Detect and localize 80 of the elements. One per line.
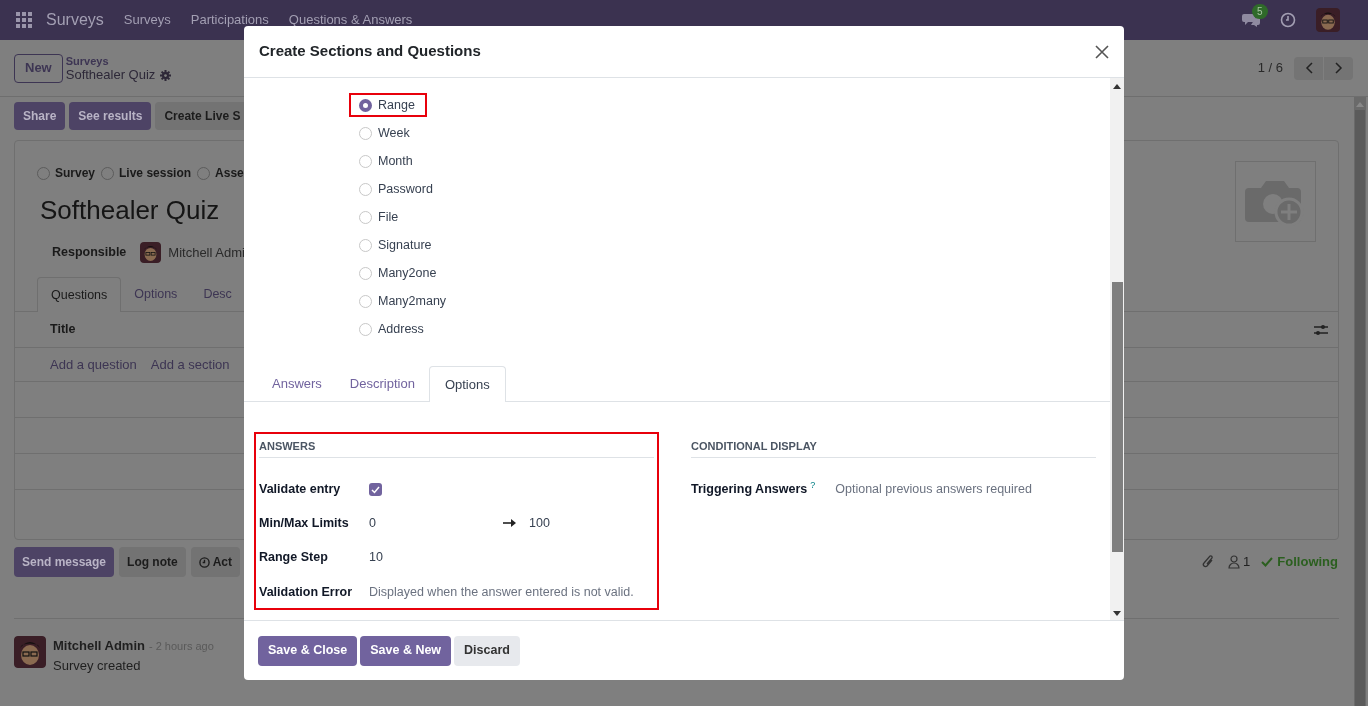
checkbox[interactable]: [369, 483, 382, 496]
form-tab[interactable]: Desc: [190, 277, 245, 312]
apps-grid-icon[interactable]: [16, 12, 32, 28]
chatter-button[interactable]: Log note: [119, 547, 186, 577]
field-label: Range Step: [259, 549, 329, 567]
gear-icon[interactable]: [160, 69, 172, 81]
settings-sliders-icon[interactable]: [1314, 323, 1328, 336]
follower-count[interactable]: 1: [1243, 552, 1251, 572]
survey-title: Softhealer Quiz: [40, 194, 220, 227]
responsible-value[interactable]: Mitchell Admi: [168, 242, 245, 263]
chatter-button[interactable]: Send message: [14, 547, 115, 577]
add-section-link[interactable]: Add a section: [150, 354, 230, 375]
previous-button[interactable]: [1294, 56, 1323, 80]
check-icon: [1261, 557, 1274, 567]
radio-label[interactable]: Address: [378, 319, 424, 339]
range-step-field[interactable]: 10: [369, 548, 383, 567]
menu-item[interactable]: Questions & Answers: [288, 10, 413, 30]
radio-label[interactable]: Month: [378, 151, 413, 171]
chatter-button[interactable]: Act: [190, 547, 241, 577]
radio-label[interactable]: Many2many: [378, 291, 447, 311]
page-scrollbar[interactable]: [1354, 97, 1366, 706]
dialog-button[interactable]: Save & Close: [258, 635, 358, 666]
menu-item[interactable]: Surveys: [123, 10, 171, 30]
action-button[interactable]: See results: [69, 102, 152, 130]
max-value-field[interactable]: 100: [529, 513, 550, 533]
clock-icon[interactable]: [1280, 12, 1296, 28]
field-label: Min/Max Limits: [259, 514, 350, 532]
dialog-scrollbar[interactable]: [1110, 78, 1124, 620]
column-header: Title: [50, 321, 76, 339]
radio-button[interactable]: [359, 98, 372, 112]
new-button[interactable]: New: [14, 53, 63, 83]
form-tab[interactable]: Questions: [37, 277, 122, 312]
arrow-right-icon: [503, 519, 516, 527]
dialog-button[interactable]: Save & New: [360, 635, 452, 666]
clock-icon: [198, 556, 210, 568]
form-tab[interactable]: Options: [121, 277, 191, 312]
dialog-button[interactable]: Discard: [454, 635, 520, 666]
message-body: Survey created: [53, 657, 142, 675]
avatar: [140, 242, 162, 263]
field-label: Validation Error: [259, 584, 354, 602]
person-icon: [1228, 555, 1241, 569]
avatar: [14, 636, 46, 668]
radio-label[interactable]: Range: [378, 95, 415, 115]
action-button[interactable]: Share: [14, 102, 66, 130]
app-name[interactable]: Surveys: [46, 8, 104, 32]
pager-text: 1 / 6: [1257, 59, 1283, 78]
scroll-down-icon[interactable]: [1113, 611, 1121, 616]
triggering-answers-field[interactable]: Optional previous answers required: [835, 480, 1096, 499]
section-heading: CONDITIONAL DISPLAY: [691, 439, 817, 455]
radio-label[interactable]: Signature: [378, 235, 432, 255]
radio-label[interactable]: Live session: [119, 164, 192, 182]
breadcrumb-link[interactable]: Surveys: [65, 54, 172, 68]
dialog-tab[interactable]: Description: [335, 366, 429, 402]
field-label: Responsible: [52, 244, 127, 262]
radio-label[interactable]: Asse: [215, 164, 244, 182]
scroll-up-icon[interactable]: [1113, 84, 1121, 89]
section-heading: ANSWERS: [259, 439, 316, 455]
paperclip-icon[interactable]: [1201, 554, 1216, 570]
validation-error-field[interactable]: Displayed when the answer entered is not valid.: [369, 583, 654, 602]
radio-label[interactable]: Many2one: [378, 263, 437, 283]
add-question-link[interactable]: Add a question: [50, 354, 137, 375]
next-button[interactable]: [1324, 56, 1353, 80]
message-count-badge: 5: [1252, 4, 1268, 19]
dialog-tab[interactable]: Answers: [258, 366, 336, 402]
radio-label[interactable]: Survey: [55, 164, 96, 182]
field-label: Validate entry: [259, 481, 342, 499]
dialog-tab[interactable]: Options: [428, 366, 506, 402]
radio-label[interactable]: Password: [378, 179, 433, 199]
radio-label[interactable]: File: [378, 207, 399, 227]
avatar: [1316, 8, 1340, 32]
field-label: Triggering Answers: [691, 481, 808, 499]
chevron-right-icon: [1334, 62, 1343, 74]
menu-item[interactable]: Participations: [190, 10, 269, 30]
message-author: Mitchell Admin: [53, 637, 145, 655]
min-value-field[interactable]: 0: [369, 513, 503, 533]
chevron-left-icon: [1304, 62, 1313, 74]
record-name: Softhealer Quiz: [65, 68, 156, 82]
help-tooltip-mark[interactable]: ?: [810, 478, 816, 493]
dialog-title: Create Sections and Questions: [259, 41, 482, 62]
radio-label[interactable]: Week: [378, 123, 410, 143]
